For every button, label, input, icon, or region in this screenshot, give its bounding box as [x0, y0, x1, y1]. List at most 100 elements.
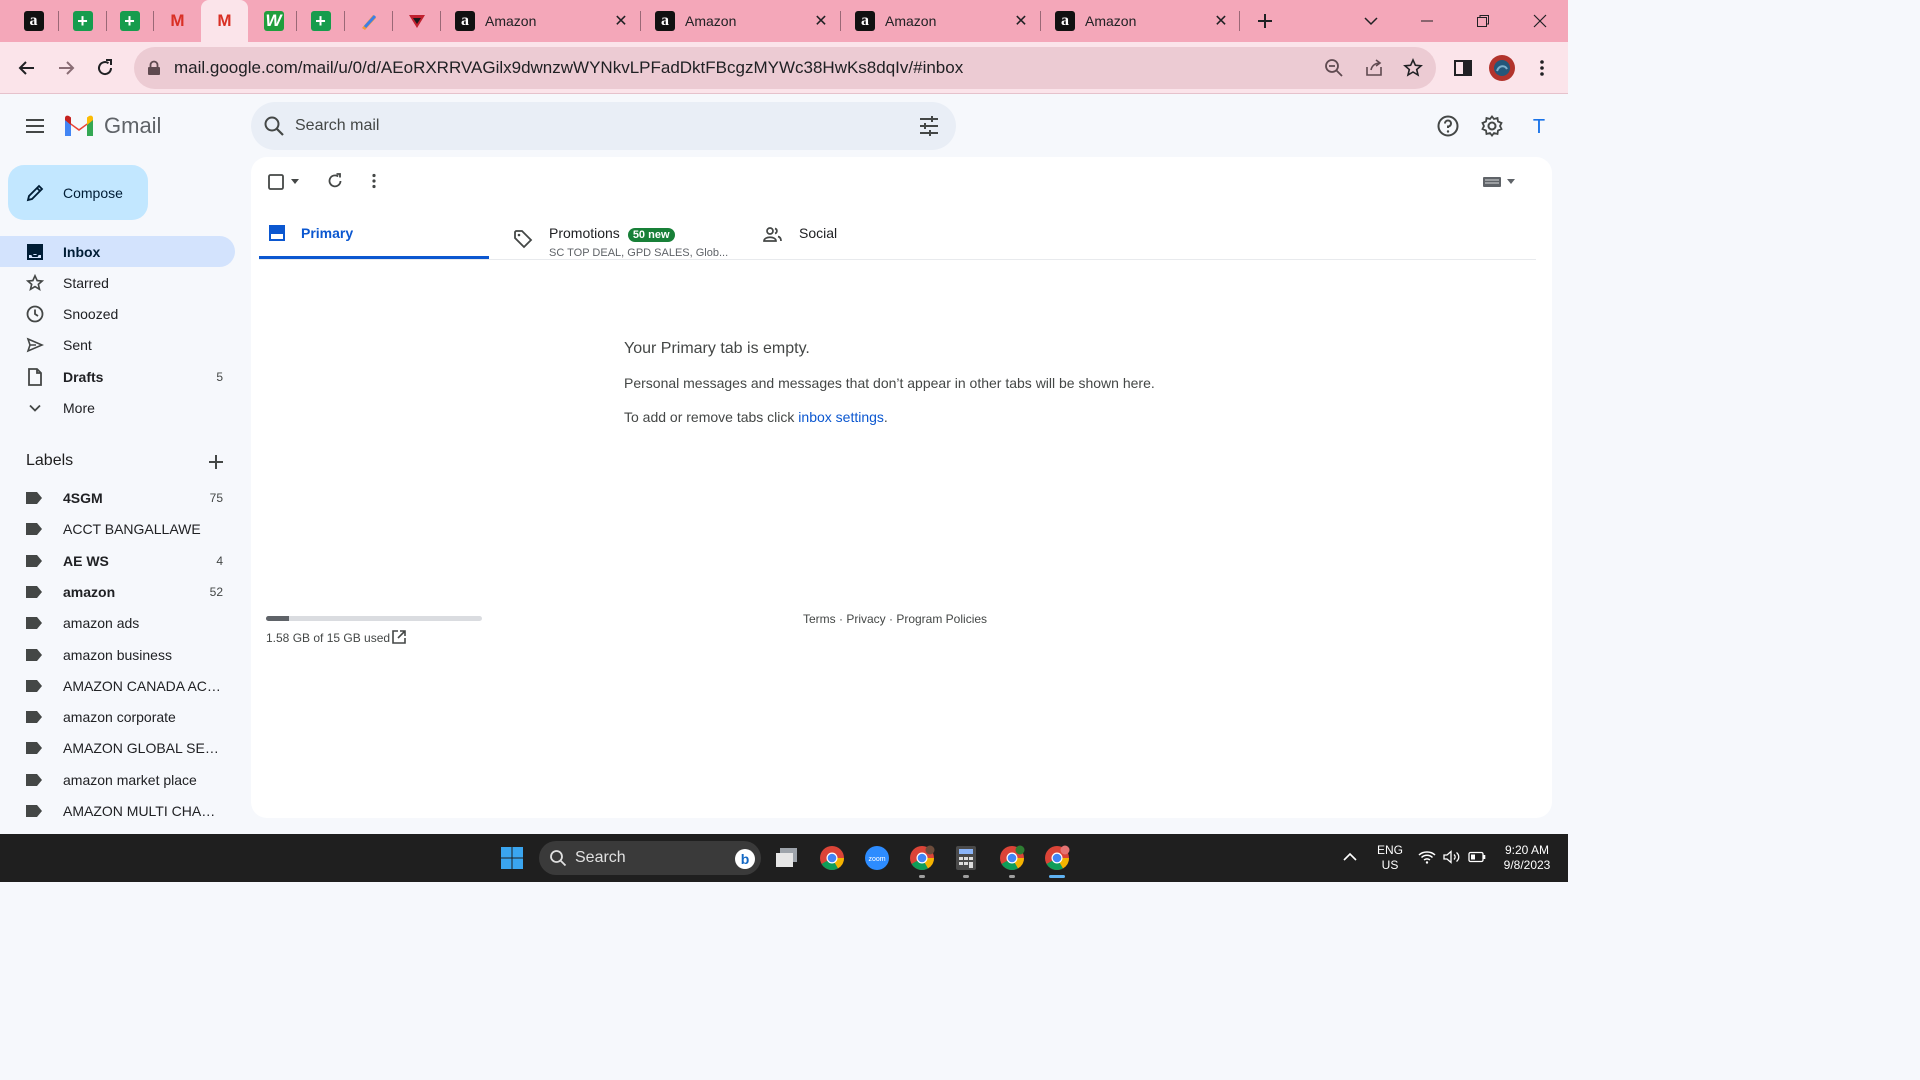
settings-gear-icon[interactable]: [1480, 114, 1504, 138]
tab-sheets-1[interactable]: +: [59, 0, 106, 42]
forward-button[interactable]: [52, 54, 80, 82]
tab-amazon-4[interactable]: a Amazon ✕: [841, 0, 1041, 42]
inbox-settings-link[interactable]: inbox settings: [798, 409, 884, 425]
label-item[interactable]: AMAZON MULTI CHANN...: [0, 795, 235, 826]
nav-more[interactable]: More: [0, 392, 235, 423]
new-tab-button[interactable]: [1251, 8, 1279, 34]
lock-icon[interactable]: [147, 60, 161, 76]
label-item[interactable]: ACCT BANGALLAWE: [0, 513, 235, 544]
chevron-up-icon[interactable]: [1343, 851, 1357, 863]
tab-social[interactable]: Social: [763, 213, 963, 259]
taskbar-zoom[interactable]: zoom: [862, 843, 892, 873]
bing-icon[interactable]: b: [735, 849, 755, 869]
arrow-right-icon: [59, 61, 75, 75]
select-dropdown-icon[interactable]: [290, 178, 300, 186]
volume-icon[interactable]: [1443, 850, 1461, 864]
close-window-button[interactable]: [1526, 8, 1554, 34]
battery-icon[interactable]: [1468, 851, 1486, 863]
taskbar-chrome-1[interactable]: [817, 843, 847, 873]
nav-snoozed[interactable]: Snoozed: [0, 298, 235, 329]
restore-button[interactable]: [1469, 8, 1497, 34]
label-name: 4SGM: [63, 489, 103, 506]
star-bookmark-icon[interactable]: [1403, 58, 1423, 78]
tab-pen[interactable]: [345, 0, 392, 42]
search-options-icon[interactable]: [918, 115, 940, 137]
gmail-icon: M: [217, 11, 232, 30]
tab-amazon-3[interactable]: a Amazon ✕: [641, 0, 841, 42]
search-input[interactable]: [293, 112, 893, 140]
label-item[interactable]: 4SGM 75: [0, 482, 235, 513]
nav-drafts[interactable]: Drafts 5: [0, 361, 235, 392]
tab-amazon-1[interactable]: a: [10, 0, 57, 42]
tab-search-button[interactable]: [1357, 8, 1385, 34]
refresh-icon[interactable]: [326, 172, 344, 190]
zoom-icon[interactable]: [1324, 58, 1344, 78]
tab-triangle[interactable]: [393, 0, 440, 42]
taskbar-search[interactable]: Search b: [539, 841, 761, 875]
close-icon[interactable]: ✕: [813, 11, 829, 31]
main-menu-icon[interactable]: [24, 115, 46, 137]
label-item[interactable]: AMAZON GLOBAL SELL...: [0, 732, 235, 763]
more-options-icon[interactable]: [365, 172, 383, 190]
label-item[interactable]: amazon business: [0, 639, 235, 670]
close-icon[interactable]: ✕: [613, 11, 629, 31]
close-icon[interactable]: ✕: [1013, 11, 1029, 31]
select-checkbox-icon[interactable]: [267, 173, 285, 191]
back-button[interactable]: [13, 54, 41, 82]
compose-button[interactable]: Compose: [8, 165, 148, 220]
task-view-button[interactable]: [772, 843, 802, 873]
label-item[interactable]: amazon market place: [0, 764, 235, 795]
taskbar-chrome-2[interactable]: [907, 843, 937, 873]
language-indicator[interactable]: ENG US: [1372, 843, 1408, 873]
label-tag-icon: [26, 616, 42, 629]
open-external-icon[interactable]: [391, 629, 407, 645]
label-item[interactable]: amazon ads: [0, 607, 235, 638]
tab-amazon-2[interactable]: a Amazon ✕: [441, 0, 641, 42]
taskbar-calculator[interactable]: [951, 843, 981, 873]
input-tools-icon[interactable]: [1482, 176, 1518, 188]
task-view-icon: [776, 848, 797, 867]
label-item[interactable]: AMAZON CANADA ACCT: [0, 670, 235, 701]
nav-starred[interactable]: Starred: [0, 267, 235, 298]
gmail-wordmark[interactable]: Gmail: [104, 113, 161, 139]
profile-avatar[interactable]: [1489, 55, 1515, 81]
label-item[interactable]: amazon 52: [0, 576, 235, 607]
nav-inbox[interactable]: Inbox: [0, 236, 235, 267]
kebab-menu-icon[interactable]: [1532, 58, 1552, 78]
account-avatar[interactable]: T: [1524, 112, 1554, 142]
taskbar-chrome-4-active[interactable]: [1042, 843, 1072, 873]
label-name: AMAZON CANADA ACCT: [63, 677, 223, 694]
tab-sheets-3[interactable]: +: [297, 0, 344, 42]
side-panel-icon[interactable]: [1453, 58, 1473, 78]
reload-button[interactable]: [91, 54, 119, 82]
tab-primary[interactable]: Primary: [259, 213, 489, 259]
label-item[interactable]: amazon corporate: [0, 701, 235, 732]
close-icon[interactable]: ✕: [1213, 11, 1229, 31]
tab-promotions[interactable]: Promotions 50 new SC TOP DEAL, GPD SALES,…: [513, 213, 753, 259]
tab-gmail-2-active[interactable]: M: [201, 0, 248, 42]
share-icon[interactable]: [1364, 58, 1384, 78]
url-text[interactable]: mail.google.com/mail/u/0/d/AEoRXRRVAGilx…: [174, 58, 963, 78]
clock[interactable]: 9:20 AM 9/8/2023: [1494, 843, 1560, 873]
search-bar[interactable]: [251, 102, 956, 150]
search-icon: [550, 850, 567, 867]
search-icon[interactable]: [263, 115, 285, 137]
minimize-button[interactable]: [1413, 8, 1441, 34]
tab-w[interactable]: W: [250, 0, 297, 42]
chrome-profile-icon: [1045, 845, 1070, 871]
wifi-icon[interactable]: [1418, 850, 1436, 864]
label-tag-icon: [26, 585, 42, 598]
address-bar[interactable]: mail.google.com/mail/u/0/d/AEoRXRRVAGilx…: [134, 47, 1436, 89]
tab-amazon-5[interactable]: a Amazon ✕: [1041, 0, 1241, 42]
tab-sheets-2[interactable]: +: [106, 0, 153, 42]
footer-links[interactable]: Terms · Privacy · Program Policies: [803, 612, 987, 626]
gmail-logo-icon[interactable]: [63, 114, 95, 138]
label-item[interactable]: AE WS 4: [0, 545, 235, 576]
taskbar-chrome-3[interactable]: [997, 843, 1027, 873]
tab-gmail-1[interactable]: M: [154, 0, 201, 42]
start-button[interactable]: [497, 843, 527, 873]
nav-sent[interactable]: Sent: [0, 329, 235, 360]
tab-primary-label: Primary: [301, 225, 354, 241]
help-icon[interactable]: [1436, 114, 1460, 138]
add-label-icon[interactable]: [206, 452, 226, 472]
